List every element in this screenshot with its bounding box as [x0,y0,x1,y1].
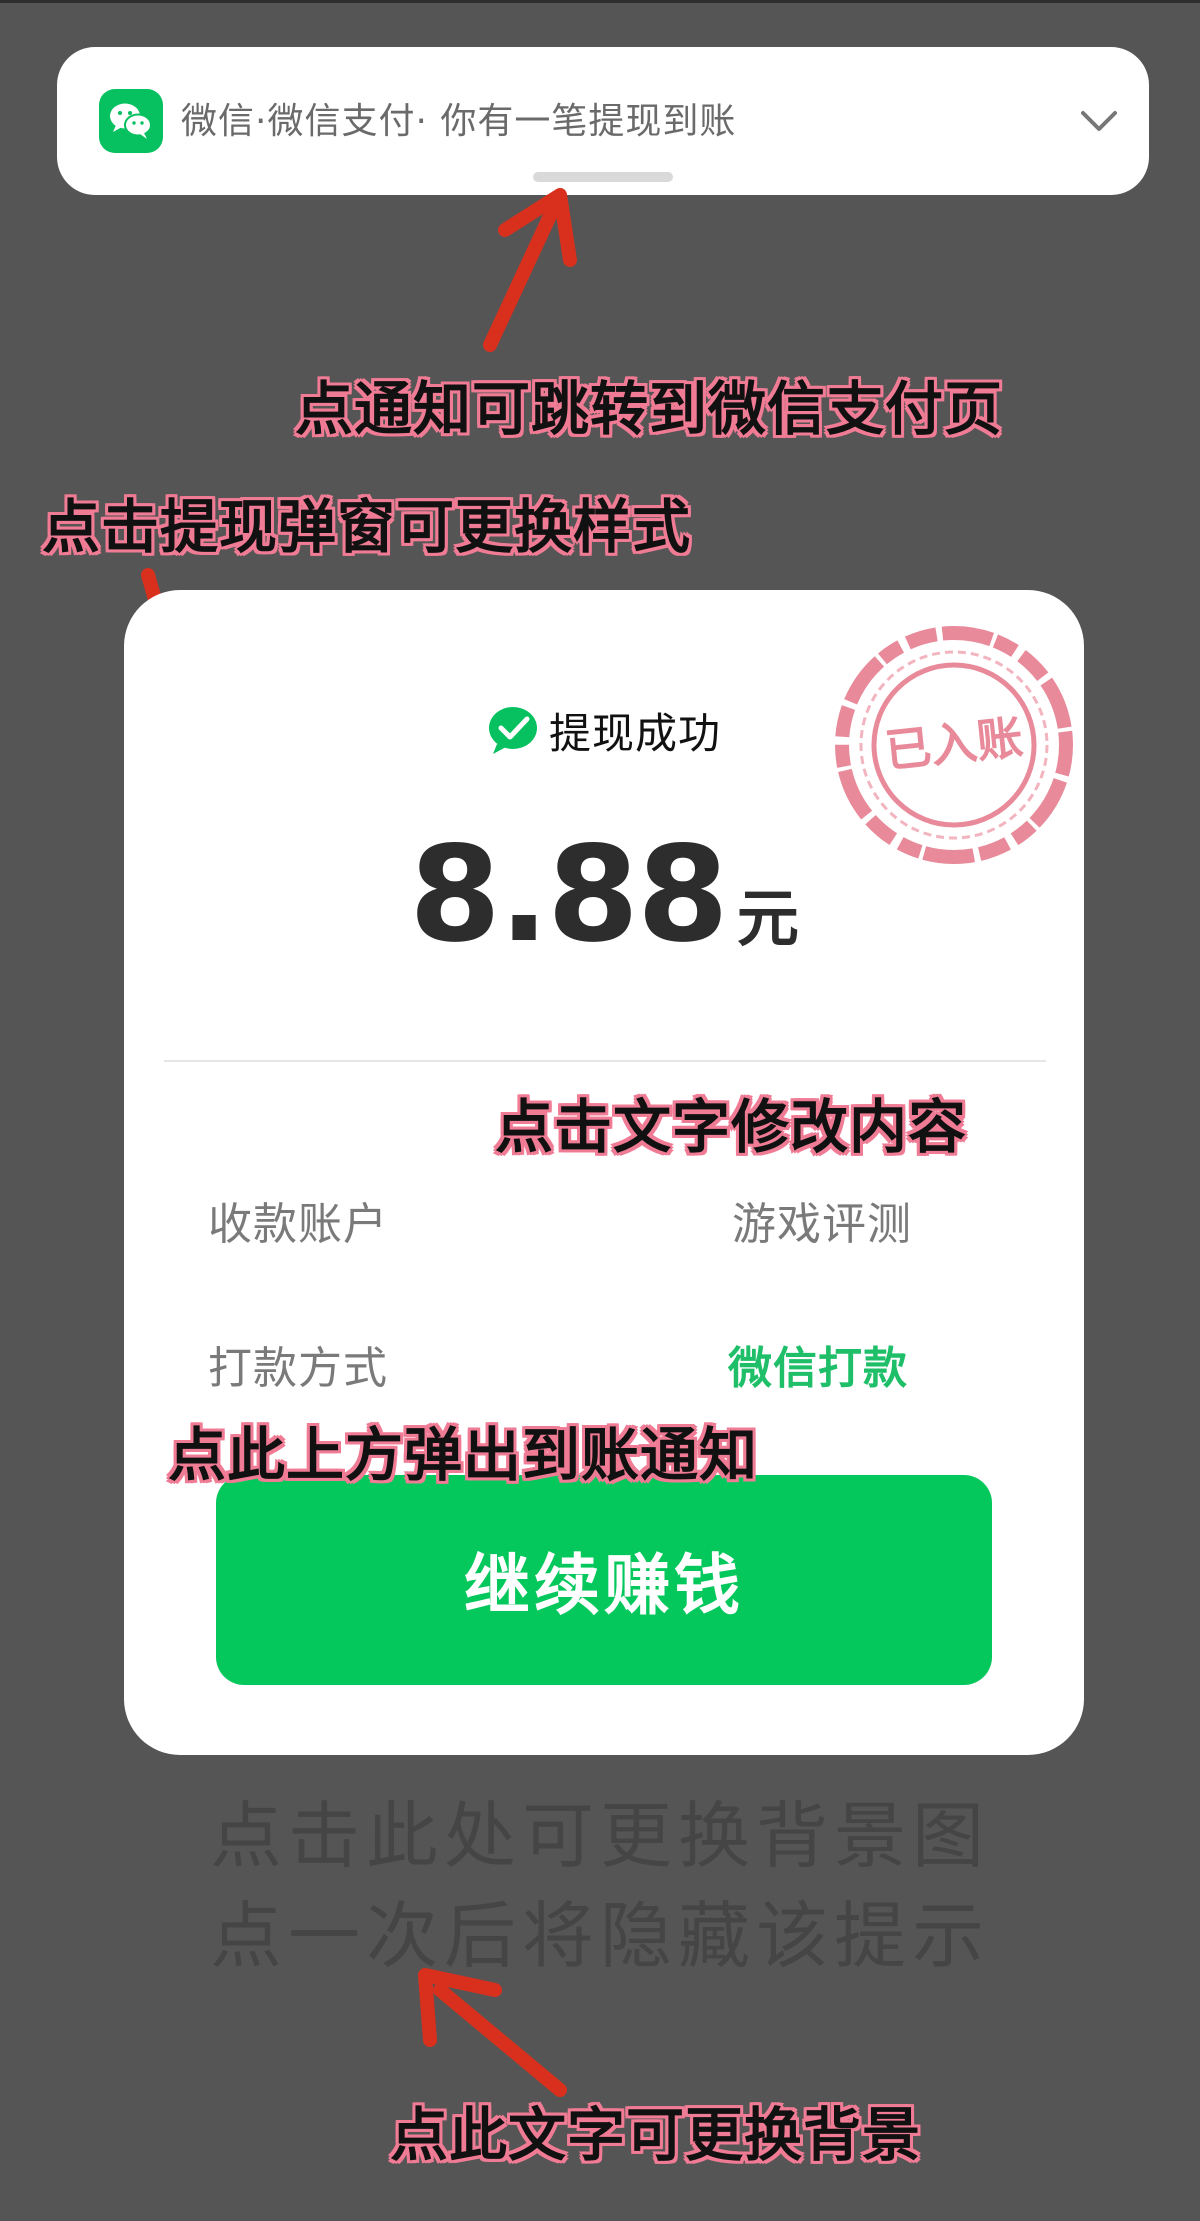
annotation-popup-tip: 点击提现弹窗可更换样式 [42,493,692,561]
amount-unit[interactable]: 元 [737,882,799,955]
notification-text: 微信·微信支付· 你有一笔提现到账 [181,101,737,142]
change-background-hint[interactable]: 点击此处可更换背景图 [0,1788,1200,1884]
withdraw-success-card[interactable]: 提现成功 已入账 8.88 元 收款账户 游戏评测 打款方式 微信打款 继续赚钱 [124,590,1084,1755]
amount-value[interactable]: 8.88 [409,818,729,972]
payment-method-value[interactable]: 微信打款 [728,1332,908,1396]
annotation-notification-tip: 点通知可跳转到微信支付页 [295,375,1004,443]
status-bar-line [0,0,1200,3]
hide-hint-note[interactable]: 点一次后将隐藏该提示 [0,1888,1200,1984]
check-circle-icon [488,707,537,754]
account-label: 收款账户 [208,1199,388,1250]
chevron-down-icon[interactable] [1077,99,1121,143]
annotation-trigger-tip: 点此上方弹出到账通知 [168,1421,759,1489]
success-text[interactable]: 提现成功 [549,700,721,761]
divider [164,1060,1046,1062]
annotation-background-tip[interactable]: 点此文字可更换背景 [390,2100,921,2170]
annotation-edit-tip: 点击文字修改内容 [495,1093,968,1161]
withdraw-notification[interactable]: 微信·微信支付· 你有一笔提现到账 [57,47,1149,195]
continue-earning-button[interactable]: 继续赚钱 [216,1475,992,1685]
wechat-icon [99,89,163,153]
stamp-text: 已入账 [882,710,1025,778]
account-value[interactable]: 游戏评测 [732,1188,912,1252]
notification-drag-handle[interactable] [533,172,673,182]
amount-display[interactable]: 8.88 元 [124,818,1084,972]
payment-method-label: 打款方式 [208,1343,388,1394]
